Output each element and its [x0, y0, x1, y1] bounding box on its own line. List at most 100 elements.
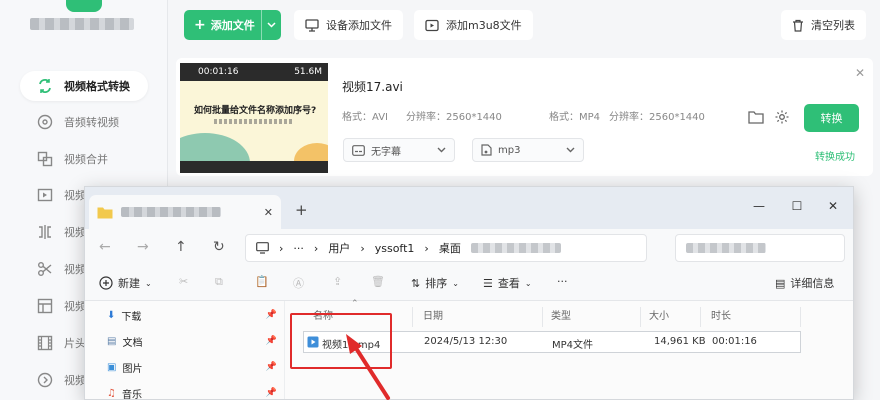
layout-icon: [36, 297, 54, 315]
thumb-duration: 00:01:16: [198, 67, 239, 77]
view-list-icon: ☰: [483, 276, 493, 290]
close-tab-icon[interactable]: ✕: [264, 206, 273, 219]
sidebar-item-label: 音频转视频: [64, 116, 119, 129]
chevron-right-icon: ›: [279, 241, 284, 255]
quick-access-pictures[interactable]: ▣ 图片 📌: [107, 357, 277, 377]
video-frame-icon: [36, 186, 54, 204]
search-box[interactable]: [675, 234, 845, 262]
view-button[interactable]: ☰ 查看 ⌄: [483, 275, 532, 291]
chevron-down-icon: ⌄: [145, 278, 152, 288]
maximize-icon[interactable]: ☐: [787, 199, 807, 213]
file-size-cell: 14,961 KB: [654, 336, 706, 347]
quick-access-documents[interactable]: ▤ 文档 📌: [107, 331, 277, 351]
column-duration[interactable]: 时长: [703, 307, 801, 327]
pin-icon[interactable]: 📌: [266, 310, 277, 320]
minimize-icon[interactable]: —: [749, 199, 769, 213]
rename-icon[interactable]: Ⓐ: [293, 275, 304, 291]
breadcrumb-user[interactable]: yssoft1: [375, 242, 415, 255]
audio-select[interactable]: mp3: [472, 138, 584, 162]
folder-icon: [97, 207, 113, 218]
explorer-navbar: ← → ↑ ↻ › ··· › 用户 › yssoft1 › 桌面: [85, 229, 853, 267]
thumb-size: 51.6M: [294, 67, 322, 77]
sidebar-item-audio-to-video[interactable]: 音频转视频: [20, 107, 148, 137]
refresh-icon[interactable]: ↻: [213, 239, 225, 255]
scissors-icon: [36, 260, 54, 278]
chevron-right-icon: ›: [313, 241, 319, 255]
video-thumbnail[interactable]: 00:01:16 51.6M 如何批量给文件名称添加序号?: [180, 63, 328, 173]
details-button[interactable]: ▤ 详细信息: [775, 275, 834, 291]
music-icon: ♫: [107, 387, 116, 399]
subtitle-select[interactable]: 无字幕: [343, 138, 455, 162]
sort-button[interactable]: ⇅ 排序 ⌄: [411, 275, 459, 291]
convert-icon: [36, 77, 54, 95]
search-blurred: [686, 243, 766, 253]
sidebar-item-label: 视频: [64, 226, 86, 239]
clear-list-button[interactable]: 清空列表: [781, 10, 866, 40]
sidebar-item-label: 视频: [64, 300, 86, 313]
sidebar-item-label: 片头: [64, 337, 86, 350]
share-icon[interactable]: ⇪: [333, 275, 342, 288]
chevron-right-icon: ›: [424, 241, 429, 255]
delete-icon[interactable]: 🗑: [371, 275, 385, 288]
breadcrumb-users[interactable]: 用户: [328, 240, 350, 256]
address-bar[interactable]: › ··· › 用户 › yssoft1 › 桌面: [245, 234, 647, 262]
convert-button[interactable]: 转换: [804, 104, 859, 132]
command-bar: 新建 ⌄ ✂ ⧉ 📋 Ⓐ ⇪ 🗑 ⇅ 排序 ⌄ ☰ 查看 ⌄ ··· ▤ 详细信…: [85, 267, 853, 301]
breadcrumb-desktop[interactable]: 桌面: [439, 240, 461, 256]
add-file-dropdown[interactable]: [261, 10, 281, 40]
paste-icon[interactable]: 📋: [255, 275, 269, 288]
more-options-button[interactable]: ···: [557, 275, 568, 288]
app-logo: [66, 0, 102, 12]
column-size[interactable]: 大小: [641, 307, 701, 327]
sidebar-item-label: 视频: [64, 189, 86, 202]
sidebar-item-label: 视频: [64, 263, 86, 276]
add-file-label: 添加文件: [210, 19, 255, 32]
cut-icon[interactable]: ✂: [179, 275, 188, 288]
file-explorer-window: ✕ + — ☐ ✕ ← → ↑ ↻ › ··· › 用户 › yssoft1 ›…: [84, 186, 854, 400]
copy-icon[interactable]: ⧉: [215, 275, 223, 289]
close-icon[interactable]: ✕: [855, 66, 865, 80]
sidebar-item-format-convert[interactable]: 视频格式转换: [20, 71, 148, 101]
explorer-titlebar: ✕ + — ☐ ✕: [85, 187, 853, 229]
column-type[interactable]: 类型: [543, 307, 641, 327]
plus-icon: +: [194, 17, 206, 33]
gear-icon[interactable]: [774, 109, 790, 125]
add-file-button[interactable]: + 添加文件: [184, 10, 281, 40]
convert-status: 转换成功: [815, 152, 855, 163]
picture-icon: ▣: [107, 361, 117, 373]
monitor-icon: [256, 242, 269, 254]
audio-disc-icon: [36, 113, 54, 131]
target-format: 格式：MP4: [549, 112, 601, 123]
new-tab-icon[interactable]: +: [295, 201, 308, 219]
breadcrumb-more[interactable]: ···: [293, 242, 304, 255]
thumb-question: 如何批量给文件名称添加序号?: [194, 106, 317, 116]
audio-file-icon: [481, 144, 492, 156]
close-window-icon[interactable]: ✕: [823, 199, 843, 213]
file-type-cell: MP4文件: [552, 340, 594, 351]
source-format: 格式：AVI: [342, 112, 388, 123]
chevron-down-icon: [267, 22, 276, 28]
pin-icon[interactable]: 📌: [266, 362, 277, 372]
annotation-arrow-icon: [346, 334, 390, 400]
quick-access-downloads[interactable]: ⬇ 下载 📌: [107, 305, 277, 325]
app-title-blurred: [30, 18, 134, 30]
folder-icon[interactable]: [748, 110, 764, 124]
speed-icon: [36, 371, 54, 389]
quick-access-music[interactable]: ♫ 音乐 📌: [107, 383, 277, 400]
merge-icon: [36, 150, 54, 168]
add-m3u8-button[interactable]: 添加m3u8文件: [414, 10, 533, 40]
film-icon: [36, 334, 54, 352]
explorer-tab[interactable]: ✕: [89, 195, 281, 229]
new-button[interactable]: 新建 ⌄: [99, 275, 152, 291]
file-name: 视频17.avi: [342, 80, 403, 94]
pin-icon[interactable]: 📌: [266, 388, 277, 398]
pin-icon[interactable]: 📌: [266, 336, 277, 346]
up-icon[interactable]: ↑: [175, 239, 187, 255]
document-icon: ▤: [107, 335, 117, 347]
forward-icon[interactable]: →: [137, 239, 149, 255]
column-date[interactable]: 日期: [415, 307, 543, 327]
back-icon[interactable]: ←: [99, 239, 111, 255]
sort-icon: ⇅: [411, 276, 421, 290]
device-add-file-button[interactable]: 设备添加文件: [294, 10, 403, 40]
sidebar-item-video-merge[interactable]: 视频合并: [20, 144, 148, 174]
